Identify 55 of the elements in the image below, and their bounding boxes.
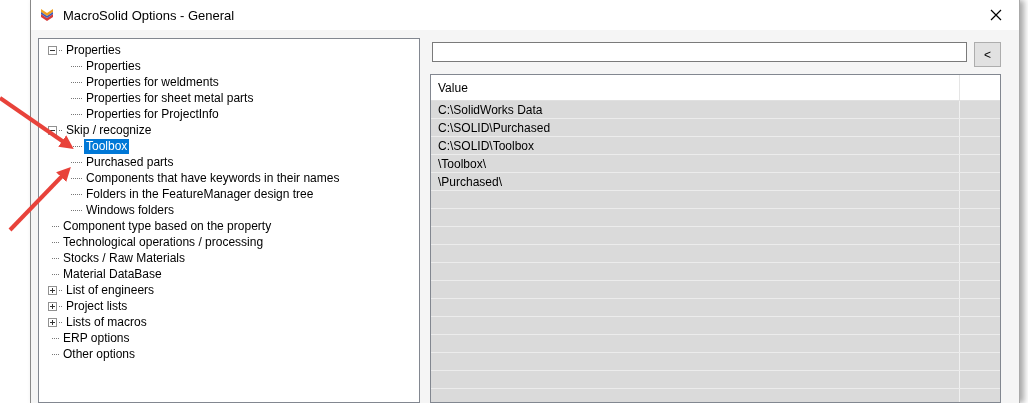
plus-icon	[49, 286, 56, 294]
tree-item[interactable]: Other options	[61, 346, 138, 362]
expander-toggle[interactable]	[48, 45, 57, 55]
table-cell	[960, 353, 1000, 370]
tree-item[interactable]: Components that have keywords in their names	[84, 170, 342, 186]
table-cell	[960, 335, 1000, 352]
tree-item[interactable]: Project lists	[64, 298, 130, 314]
table-cell: C:\SOLID\Toolbox	[431, 137, 960, 154]
back-button[interactable]: <	[974, 42, 1001, 67]
table-cell	[960, 227, 1000, 244]
table-cell: \Purchased\	[431, 173, 960, 190]
expander-toggle[interactable]	[48, 301, 57, 311]
tree-item[interactable]: Properties for sheet metal parts	[84, 90, 256, 106]
tree-item[interactable]: Toolbox	[84, 138, 130, 154]
plus-icon	[49, 318, 56, 326]
tree-item[interactable]: Stocks / Raw Materials	[61, 250, 188, 266]
plus-icon	[49, 302, 56, 310]
table-cell	[960, 209, 1000, 226]
tree-item[interactable]: Properties for ProjectInfo	[84, 106, 221, 122]
table-cell	[960, 137, 1000, 154]
table-cell	[960, 371, 1000, 388]
tree-item[interactable]: Component type based on the property	[61, 218, 274, 234]
expander-toggle[interactable]	[48, 285, 57, 295]
tree-item[interactable]: Properties for weldments	[84, 74, 221, 90]
tree-item[interactable]: Properties	[64, 42, 123, 58]
tree-item[interactable]: Purchased parts	[84, 154, 176, 170]
tree-item[interactable]: ERP options	[61, 330, 132, 346]
table-cell	[960, 263, 1000, 280]
table-cell	[960, 317, 1000, 334]
table-cell	[960, 119, 1000, 136]
tree-item[interactable]: Lists of macros	[64, 314, 149, 330]
table-cell: C:\SolidWorks Data	[431, 101, 960, 118]
tree-item[interactable]: Properties	[84, 58, 143, 74]
window-title: MacroSolid Options - General	[63, 7, 236, 23]
table-cell: C:\SOLID\Purchased	[431, 119, 960, 136]
table-cell: \Toolbox\	[431, 155, 960, 172]
expander-toggle[interactable]	[48, 317, 57, 327]
table-cell	[960, 245, 1000, 262]
table-cell	[960, 389, 1000, 402]
app-logo-icon	[39, 7, 55, 23]
close-icon	[990, 9, 1002, 21]
column-header: Value	[431, 75, 960, 100]
table-cell	[960, 173, 1000, 190]
tree-item[interactable]: Material DataBase	[61, 266, 164, 282]
input-field[interactable]	[432, 42, 967, 62]
table-cell	[960, 281, 1000, 298]
table-cell	[960, 191, 1000, 208]
tree-item[interactable]: Folders in the FeatureManager design tree	[84, 186, 316, 202]
tree-item[interactable]: Windows folders	[84, 202, 177, 218]
expander-toggle[interactable]	[48, 125, 57, 135]
tree-item[interactable]: List of engineers	[64, 282, 157, 298]
tree-item[interactable]: Skip / recognize	[64, 122, 154, 138]
table-cell	[960, 155, 1000, 172]
table-cell	[960, 299, 1000, 316]
tree-item[interactable]: Technological operations / processing	[61, 234, 266, 250]
